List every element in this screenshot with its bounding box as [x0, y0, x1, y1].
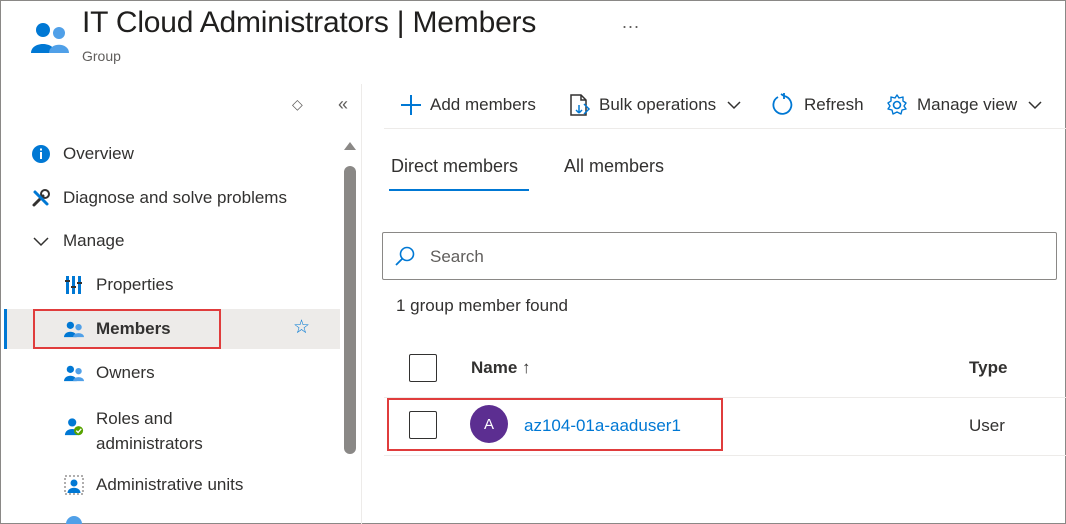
blade-name: Members [412, 6, 537, 39]
owners-icon [64, 363, 84, 383]
sort-updown-icon[interactable]: ◇ [292, 96, 303, 113]
page-title: IT Cloud Administrators | Members [82, 6, 536, 40]
column-header-name[interactable]: Name ↑ [471, 358, 531, 378]
nav-item-label: Owners [96, 363, 155, 382]
result-count: 1 group member found [396, 296, 568, 315]
refresh-label: Refresh [804, 95, 864, 114]
properties-icon [64, 275, 84, 295]
manage-view-label: Manage view [917, 95, 1018, 114]
add-members-button[interactable]: Add members [400, 92, 536, 118]
manage-view-button[interactable]: Manage view [885, 92, 1043, 118]
title-separator: | [396, 6, 405, 39]
nav-item-label: Diagnose and solve problems [63, 188, 287, 207]
bulk-operations-button[interactable]: Bulk operations [569, 92, 742, 118]
nav-item-admin-units[interactable]: Administrative units [4, 465, 340, 505]
nav-item-label: Roles and administrators [96, 406, 203, 456]
add-members-label: Add members [430, 95, 536, 114]
nav-item-label-line2: administrators [96, 434, 203, 453]
select-all-checkbox[interactable] [409, 354, 437, 382]
scroll-thumb[interactable] [344, 166, 356, 454]
member-type: User [969, 416, 1005, 435]
bulk-operations-label: Bulk operations [599, 95, 717, 114]
nav-item-label: Manage [63, 231, 125, 250]
table-row-divider [384, 455, 1066, 456]
nav-item-roles[interactable]: Roles and administrators [4, 403, 340, 453]
roles-icon [64, 417, 84, 437]
tab-direct-members[interactable]: Direct members [391, 156, 518, 177]
nav-item-label: Administrative units [96, 475, 244, 494]
info-icon [31, 144, 51, 164]
column-header-type[interactable]: Type [969, 358, 1007, 378]
chevron-down-icon [726, 100, 742, 110]
favorite-star-icon[interactable]: ☆ [293, 316, 310, 339]
nav-item-label: Overview [63, 144, 134, 163]
nav-item-owners[interactable]: Owners [4, 353, 340, 393]
plus-icon [400, 94, 422, 116]
pane-divider [361, 84, 362, 524]
search-icon [395, 246, 415, 266]
refresh-button[interactable]: Refresh [772, 92, 864, 118]
gear-icon [64, 514, 84, 524]
nav-item-label-line1: Roles and [96, 409, 173, 428]
tab-all-members[interactable]: All members [564, 156, 664, 177]
collapse-menu-icon[interactable]: « [338, 94, 348, 115]
member-row-highlight-box [387, 398, 723, 451]
wrench-icon [31, 188, 51, 208]
nav-item-overview[interactable]: Overview [4, 134, 340, 174]
nav-item-partial[interactable] [4, 508, 340, 524]
chevron-down-icon [31, 231, 51, 251]
admin-units-icon [64, 475, 84, 495]
active-tab-indicator [389, 189, 529, 191]
refresh-icon [772, 93, 796, 117]
nav-item-label: Properties [96, 275, 174, 294]
toolbar-divider [384, 128, 1066, 129]
scroll-up-arrow-icon[interactable] [344, 142, 356, 150]
gear-icon [885, 93, 909, 117]
group-icon [31, 23, 69, 53]
search-input[interactable] [430, 244, 1030, 270]
more-ellipsis-icon[interactable]: ... [622, 12, 640, 33]
group-name: IT Cloud Administrators [82, 6, 389, 39]
nav-group-manage[interactable]: Manage [4, 221, 340, 261]
page-subtitle: Group [82, 48, 121, 64]
nav-item-properties[interactable]: Properties [4, 265, 340, 305]
bulk-operations-icon [569, 93, 591, 117]
members-highlight-box [33, 309, 221, 349]
nav-item-diagnose[interactable]: Diagnose and solve problems [4, 178, 340, 218]
chevron-down-icon [1027, 100, 1043, 110]
